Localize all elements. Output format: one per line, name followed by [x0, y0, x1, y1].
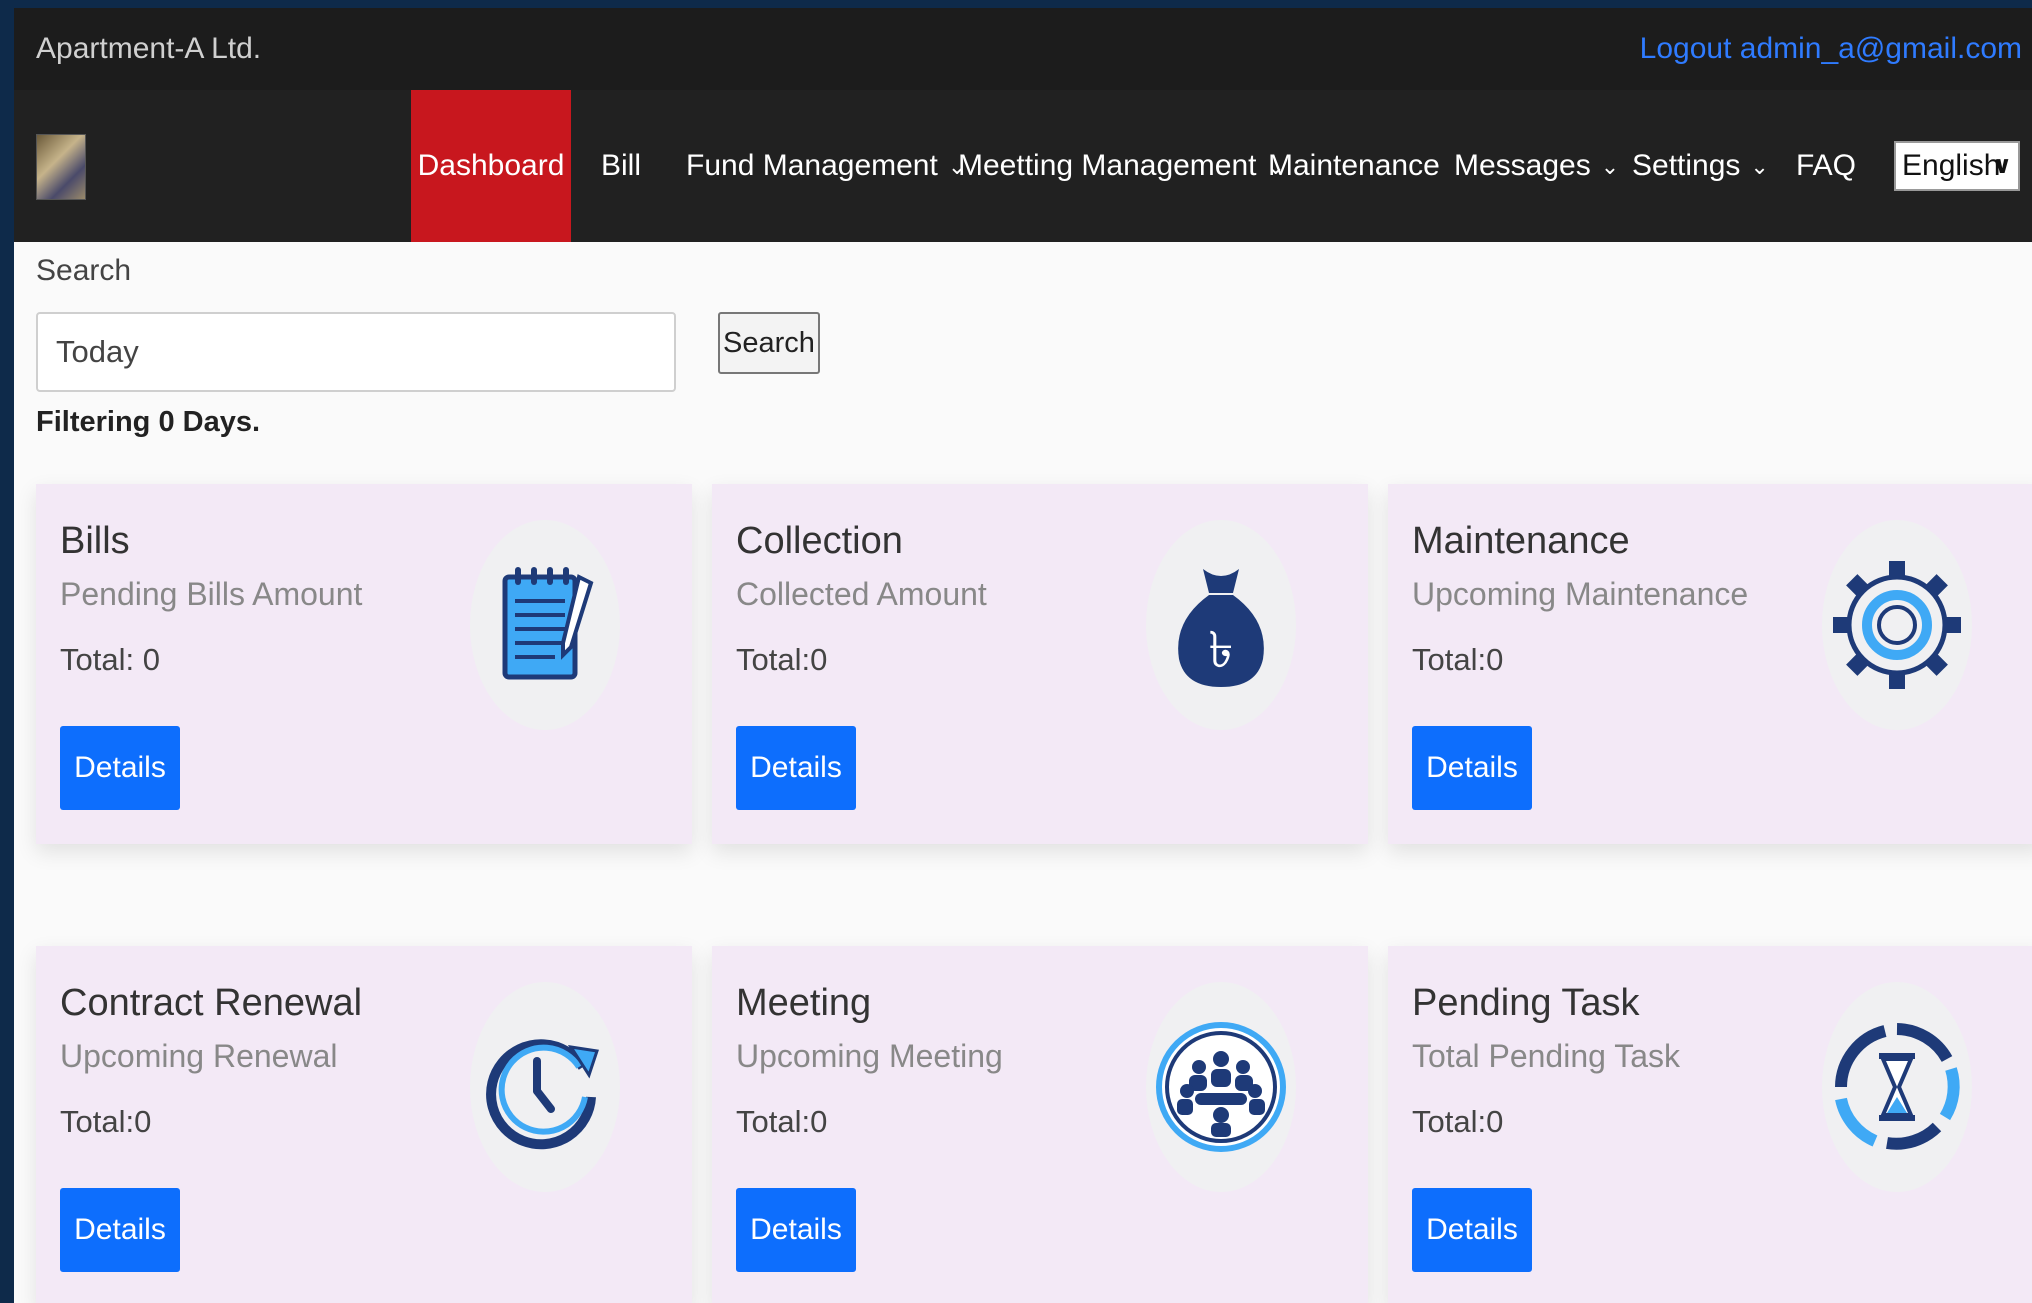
nav-label: Meetting Management: [958, 149, 1257, 182]
card-total: Total:0: [736, 642, 828, 677]
card-title: Meeting: [736, 982, 872, 1024]
language-select[interactable]: English ∨: [1894, 141, 2020, 191]
card-subtitle: Upcoming Maintenance: [1412, 576, 1749, 612]
nav-label: Settings: [1632, 149, 1741, 182]
svg-text:৳: ৳: [1209, 621, 1234, 679]
card-subtitle: Upcoming Meeting: [736, 1038, 1003, 1074]
card-bills: Bills Pending Bills Amount Total: 0 Deta…: [36, 484, 692, 844]
card-total: Total: 0: [60, 642, 160, 677]
card-subtitle: Upcoming Renewal: [60, 1038, 338, 1074]
card-pending-task: Pending Task Total Pending Task Total:0 …: [1388, 946, 2032, 1303]
card-collection: Collection Collected Amount Total:0 Deta…: [712, 484, 1368, 844]
card-subtitle: Pending Bills Amount: [60, 576, 363, 612]
money-bag-icon: ৳: [1146, 520, 1296, 730]
nav-maintenance[interactable]: Maintenance: [1268, 90, 1440, 242]
nav-label: Dashboard: [417, 149, 565, 182]
card-maintenance: Maintenance Upcoming Maintenance Total:0…: [1388, 484, 2032, 844]
details-button[interactable]: Details: [60, 726, 180, 810]
gear-icon: [1822, 520, 1972, 730]
search-label: Search: [36, 254, 132, 287]
meeting-icon: [1146, 982, 1296, 1192]
details-button[interactable]: Details: [736, 1188, 856, 1272]
card-subtitle: Collected Amount: [736, 576, 987, 612]
language-value: English: [1902, 149, 2001, 182]
search-button[interactable]: Search: [718, 312, 820, 374]
card-title: Contract Renewal: [60, 982, 363, 1024]
card-meeting: Meeting Upcoming Meeting Total:0 Details: [712, 946, 1368, 1303]
app-logo[interactable]: [36, 134, 86, 200]
nav-dashboard[interactable]: Dashboard: [411, 90, 571, 242]
nav-bill[interactable]: Bill: [601, 90, 641, 242]
card-total: Total:0: [1412, 1104, 1504, 1139]
chevron-down-icon: ∨: [1992, 152, 2013, 179]
nav-faq[interactable]: FAQ: [1796, 90, 1856, 242]
details-button[interactable]: Details: [60, 1188, 180, 1272]
card-total: Total:0: [1412, 642, 1504, 677]
card-total: Total:0: [60, 1104, 152, 1139]
nav-label: Messages: [1454, 149, 1591, 182]
details-button[interactable]: Details: [736, 726, 856, 810]
details-button[interactable]: Details: [1412, 726, 1532, 810]
nav-label: Fund Management: [686, 149, 938, 182]
card-title: Pending Task: [1412, 982, 1640, 1024]
hourglass-icon: [1822, 982, 1972, 1192]
nav-fund-management[interactable]: Fund Management ⌄: [686, 90, 966, 242]
nav-label: FAQ: [1796, 149, 1857, 182]
card-title: Maintenance: [1412, 520, 1630, 562]
nav-settings[interactable]: Settings ⌄: [1632, 90, 1769, 242]
card-subtitle: Total Pending Task: [1412, 1038, 1681, 1074]
card-contract-renewal: Contract Renewal Upcoming Renewal Total:…: [36, 946, 692, 1303]
chevron-down-icon: ⌄: [1750, 154, 1769, 180]
card-total: Total:0: [736, 1104, 828, 1139]
chevron-down-icon: ⌄: [1600, 154, 1620, 180]
notepad-icon: [470, 520, 620, 730]
brand-name: Apartment-A Ltd.: [36, 32, 262, 65]
main-navbar: Dashboard Bill Fund Management ⌄ Meetting…: [14, 90, 2032, 242]
card-title: Collection: [736, 520, 903, 562]
nav-label: Bill: [601, 149, 642, 182]
nav-messages[interactable]: Messages ⌄: [1454, 90, 1619, 242]
card-title: Bills: [60, 520, 130, 562]
search-input[interactable]: Today: [36, 312, 676, 392]
details-button[interactable]: Details: [1412, 1188, 1532, 1272]
filter-status: Filtering 0 Days.: [36, 406, 261, 438]
top-bar: Apartment-A Ltd. Logout admin_a@gmail.co…: [14, 8, 2032, 90]
app-frame: Apartment-A Ltd. Logout admin_a@gmail.co…: [14, 8, 2032, 1303]
nav-label: Maintenance: [1268, 149, 1440, 182]
clock-renew-icon: [470, 982, 620, 1192]
logout-link[interactable]: Logout admin_a@gmail.com: [1640, 32, 2022, 66]
nav-meeting-management[interactable]: Meetting Management ⌄: [958, 90, 1285, 242]
